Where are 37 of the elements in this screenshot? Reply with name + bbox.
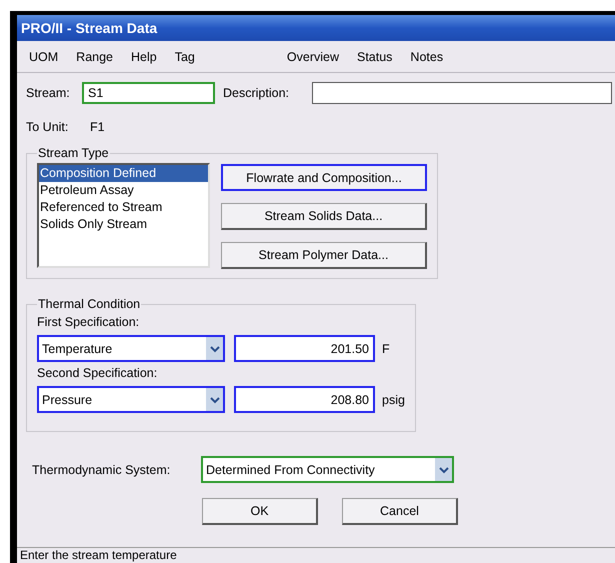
spec-label: First Specification: (37, 315, 140, 329)
to-unit-label: To Unit: (26, 120, 70, 134)
thermodynamic-system-label: Thermodynamic System: (32, 462, 172, 476)
menu-item[interactable]: Tag (174, 50, 195, 64)
menu-item[interactable]: Overview (286, 50, 339, 64)
value-field[interactable]: 201.50 (234, 335, 375, 362)
unit-label: F (382, 342, 390, 356)
dialog-button[interactable]: OK (202, 498, 318, 525)
menu-item[interactable]: Help (131, 50, 157, 64)
description-field[interactable] (312, 82, 612, 104)
stream-label: Stream: (26, 86, 71, 100)
list-item[interactable]: Referenced to Stream (39, 199, 208, 216)
group-title: Thermal Condition (37, 297, 142, 311)
window-title: PRO/II - Stream Data (21, 20, 158, 36)
dialog-button[interactable]: Stream Solids Data... (221, 203, 427, 230)
dialog-button[interactable]: Cancel (342, 498, 458, 525)
menu-item[interactable]: Notes (410, 50, 444, 64)
spec-label: Second Specification: (37, 366, 158, 380)
thermodynamic-system-dropdown[interactable]: Determined From Connectivity (201, 456, 454, 483)
menu-item[interactable]: Status (356, 50, 392, 64)
stream-field[interactable]: S1 (82, 82, 215, 104)
dialog-button[interactable]: Stream Polymer Data... (221, 242, 427, 269)
list-item[interactable]: Solids Only Stream (39, 216, 208, 233)
to-unit-value: F1 (90, 120, 105, 134)
list-item[interactable]: Petroleum Assay (39, 182, 208, 199)
spec-dropdown[interactable]: Temperature (37, 335, 225, 362)
menu-item[interactable]: Range (76, 50, 114, 64)
value-field[interactable]: 208.80 (234, 386, 375, 413)
spec-dropdown[interactable]: Pressure (37, 386, 225, 413)
stream-type-list[interactable]: Composition Defined Petroleum Assay Referenced to Stream Solids Only Stream (37, 163, 210, 268)
status-bar: Enter the stream temperature (17, 547, 615, 563)
dialog-button[interactable]: Flowrate and Composition... (221, 164, 427, 191)
unit-label: psig (382, 392, 405, 406)
menu-item[interactable]: UOM (29, 50, 58, 64)
description-label: Description: (223, 86, 290, 100)
list-item[interactable]: Composition Defined (39, 165, 208, 182)
group-title: Stream Type (37, 146, 110, 160)
